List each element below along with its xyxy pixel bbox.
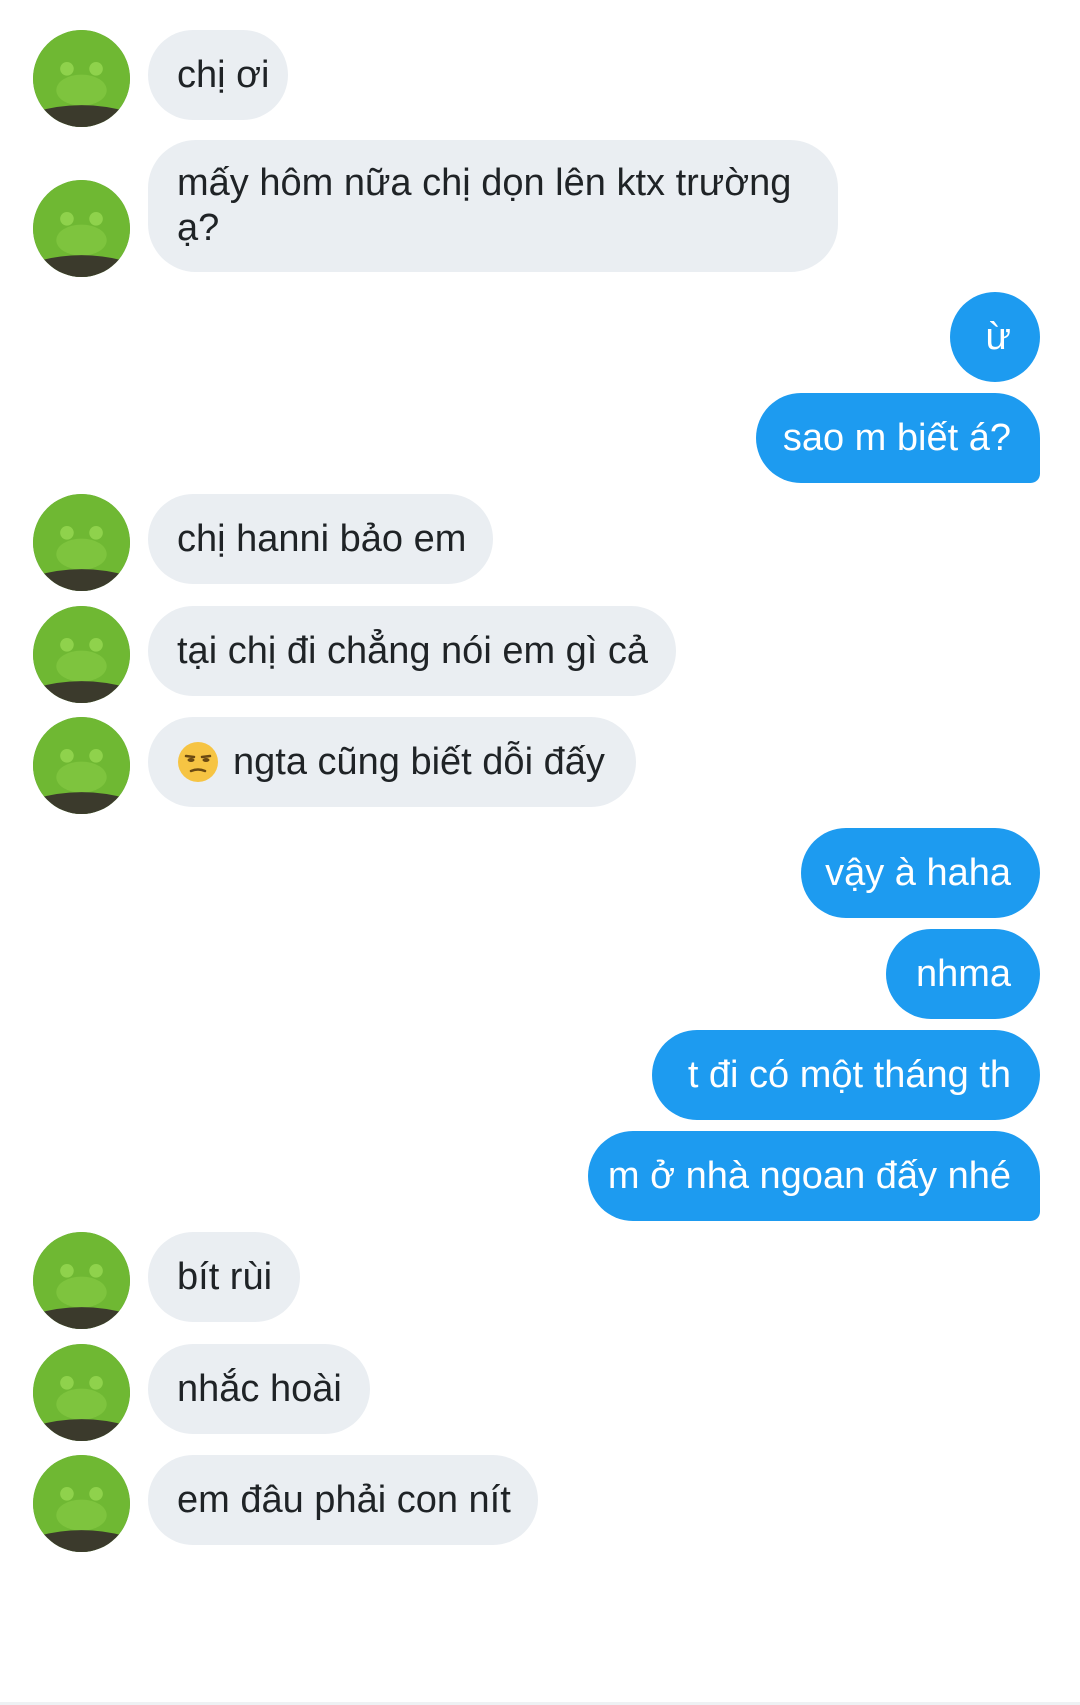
frog-avatar-icon <box>33 30 130 127</box>
frog-avatar-icon <box>33 1344 130 1441</box>
message-text: chị ơi <box>177 53 270 96</box>
contact-avatar[interactable] <box>33 494 130 591</box>
message-text: nhma <box>915 952 1011 995</box>
chat-thread[interactable]: chị ơi mấy hôm nữa chị dọn lên ktx trườn… <box>0 0 1080 1705</box>
incoming-message-bubble[interactable]: em đâu phải con nít <box>148 1455 538 1545</box>
contact-avatar[interactable] <box>33 717 130 814</box>
contact-avatar[interactable] <box>33 606 130 703</box>
message-text: t đi có một tháng th <box>687 1053 1011 1096</box>
contact-avatar[interactable] <box>33 180 130 277</box>
message-text: nhắc hoài <box>177 1367 342 1410</box>
frog-avatar-icon <box>33 180 130 277</box>
outgoing-message-bubble[interactable]: nhma <box>886 929 1040 1019</box>
outgoing-message-bubble[interactable]: sao m biết á? <box>756 393 1040 483</box>
incoming-message-bubble[interactable]: bít rùi <box>148 1232 300 1322</box>
frog-avatar-icon <box>33 1232 130 1329</box>
incoming-message-bubble[interactable]: nhắc hoài <box>148 1344 370 1434</box>
message-text: ừ <box>985 315 1011 358</box>
frog-avatar-icon <box>33 606 130 703</box>
contact-avatar[interactable] <box>33 30 130 127</box>
frog-avatar-icon <box>33 1455 130 1552</box>
incoming-message-bubble[interactable]: chị hanni bảo em <box>148 494 493 584</box>
frog-avatar-icon <box>33 717 130 814</box>
message-text: vậy à haha <box>825 851 1011 894</box>
outgoing-message-bubble[interactable]: m ở nhà ngoan đấy nhé <box>588 1131 1040 1221</box>
outgoing-message-bubble[interactable]: t đi có một tháng th <box>652 1030 1040 1120</box>
contact-avatar[interactable] <box>33 1455 130 1552</box>
contact-avatar[interactable] <box>33 1344 130 1441</box>
incoming-message-bubble[interactable]: ngta cũng biết dỗi đấy <box>148 717 636 807</box>
message-text: mấy hôm nữa chị dọn lên ktx trường ạ? <box>177 162 792 249</box>
message-text: chị hanni bảo em <box>177 517 467 560</box>
incoming-message-bubble[interactable]: tại chị đi chẳng nói em gì cả <box>148 606 676 696</box>
message-text: em đâu phải con nít <box>177 1478 511 1521</box>
message-text: sao m biết á? <box>782 416 1011 459</box>
message-text: tại chị đi chẳng nói em gì cả <box>177 629 649 672</box>
message-text: m ở nhà ngoan đấy nhé <box>607 1154 1011 1197</box>
incoming-message-bubble[interactable]: mấy hôm nữa chị dọn lên ktx trường ạ? <box>148 140 838 272</box>
outgoing-message-bubble[interactable]: ừ <box>950 292 1040 382</box>
frog-avatar-icon <box>33 494 130 591</box>
contact-avatar[interactable] <box>33 1232 130 1329</box>
incoming-message-bubble[interactable]: chị ơi <box>148 30 288 120</box>
message-text: ngta cũng biết dỗi đấy <box>233 740 605 783</box>
outgoing-message-bubble[interactable]: vậy à haha <box>801 828 1040 918</box>
message-text: bít rùi <box>177 1255 273 1298</box>
unamused-face-emoji-icon <box>177 741 219 783</box>
